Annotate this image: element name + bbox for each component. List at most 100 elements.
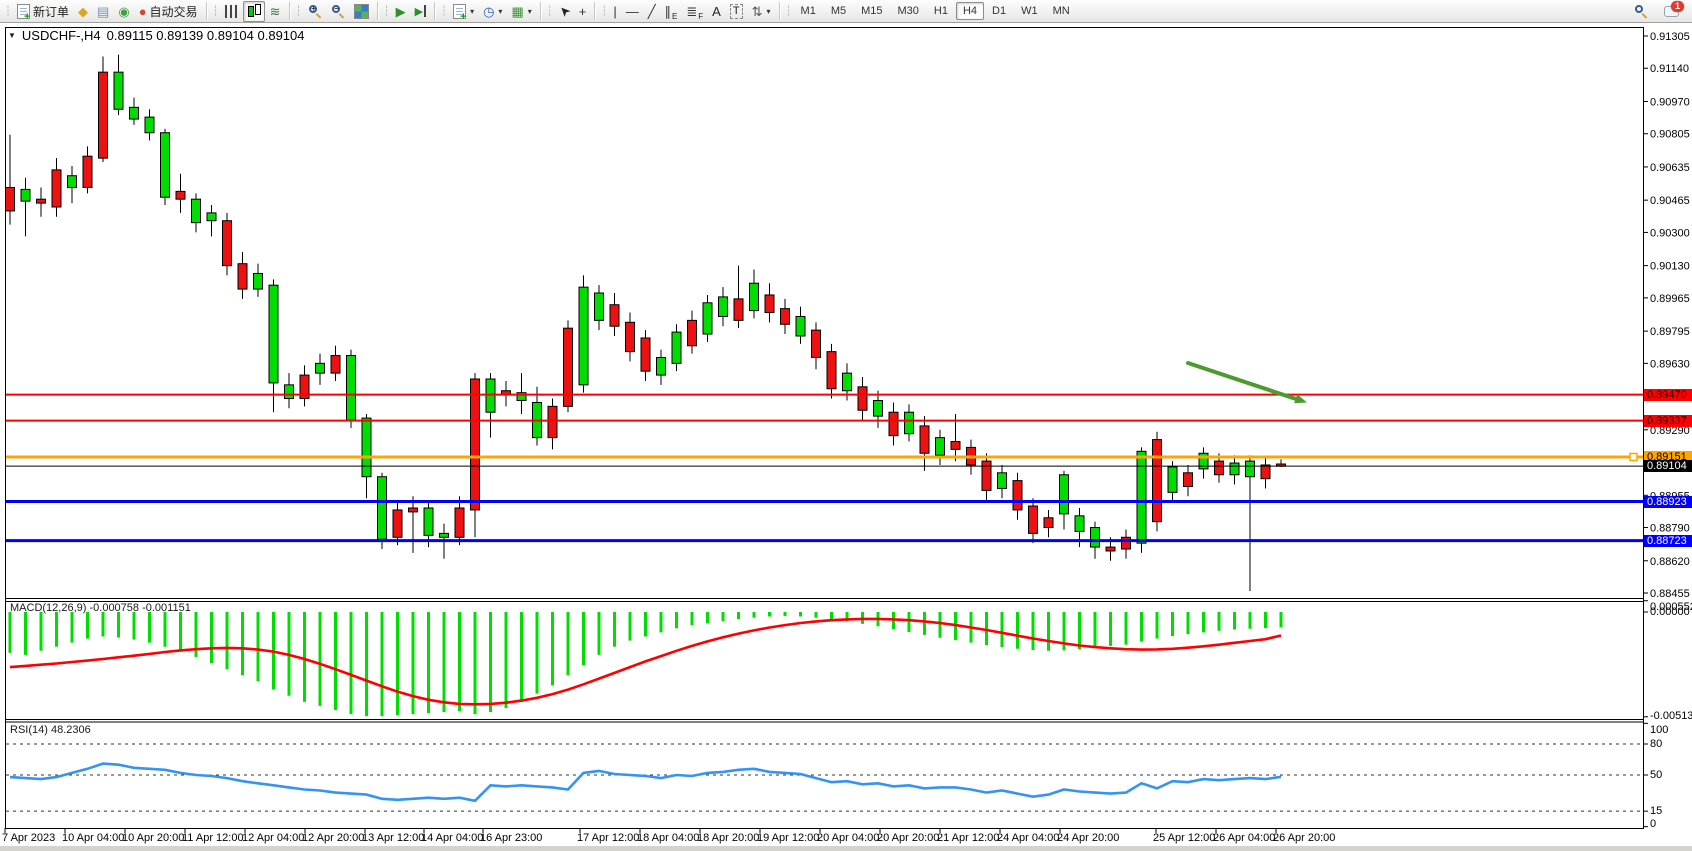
- rsi-indicator-label: RSI(14) 48.2306: [10, 724, 91, 736]
- candle-body: [378, 477, 387, 540]
- candle-body: [409, 508, 418, 512]
- candle-body: [316, 363, 325, 373]
- line-handle[interactable]: [1630, 453, 1637, 460]
- candle-body: [1091, 528, 1100, 548]
- rsi-tick-label: 80: [1650, 738, 1662, 750]
- candle-body: [781, 309, 790, 325]
- candle-body: [672, 332, 681, 363]
- candle-body: [750, 283, 759, 310]
- candle-body: [99, 72, 108, 158]
- date-tick-label: 11 Apr 12:00: [182, 832, 244, 844]
- rsi-tick-label: 15: [1650, 805, 1662, 817]
- candle-body: [579, 287, 588, 385]
- candle-body: [1029, 506, 1038, 533]
- chart-title-bar: ▼ USDCHF-,H4 0.89115 0.89139 0.89104 0.8…: [8, 28, 305, 43]
- candle-body: [331, 356, 340, 374]
- candle-body: [719, 297, 728, 317]
- candle-body: [827, 352, 836, 389]
- candle-body: [812, 330, 821, 357]
- chart-ohlc-values: 0.89115 0.89139 0.89104 0.89104: [107, 28, 305, 43]
- rsi-line: [10, 764, 1281, 801]
- rsi-tick-label: 0: [1650, 818, 1656, 830]
- date-tick-label: 13 Apr 12:00: [362, 832, 424, 844]
- date-tick-label: 24 Apr 20:00: [1057, 832, 1119, 844]
- candle-body: [455, 508, 464, 537]
- price-tick-label: 0.91140: [1650, 63, 1689, 75]
- candle-body: [626, 322, 635, 351]
- date-tick-label: 21 Apr 12:00: [937, 832, 999, 844]
- candle-body: [1013, 481, 1022, 510]
- chart-canvas: 0.913050.911400.909700.908050.906350.904…: [0, 0, 1692, 851]
- candle-body: [1168, 467, 1177, 492]
- candle-body: [6, 187, 15, 210]
- date-tick-label: 17 Apr 12:00: [577, 832, 639, 844]
- date-tick-label: 12 Apr 04:00: [242, 832, 304, 844]
- price-tick-label: 0.90635: [1650, 162, 1690, 174]
- candle-body: [207, 213, 216, 221]
- candle-body: [1230, 463, 1239, 475]
- candle-body: [471, 379, 480, 510]
- date-tick-label: 14 Apr 04:00: [421, 832, 483, 844]
- candle-body: [1122, 537, 1131, 549]
- support-line-lower-price-tag: 0.88723: [1644, 535, 1692, 547]
- candle-body: [393, 510, 402, 537]
- date-tick-label: 18 Apr 20:00: [697, 832, 759, 844]
- candle-body: [889, 412, 898, 435]
- candle-body: [1246, 461, 1255, 477]
- candle-body: [1184, 473, 1193, 487]
- date-tick-label: 19 Apr 12:00: [757, 832, 819, 844]
- candle-body: [1137, 451, 1146, 543]
- candle-body: [83, 156, 92, 187]
- price-tick-label: 0.89630: [1650, 358, 1690, 370]
- candle-body: [796, 316, 805, 336]
- candle-body: [982, 461, 991, 490]
- trend-arrow[interactable]: [1188, 363, 1296, 399]
- candle-body: [161, 133, 170, 197]
- date-tick-label: 25 Apr 12:00: [1153, 832, 1215, 844]
- macd-indicator-label: MACD(12,26,9) -0.000758 -0.001151: [10, 602, 191, 614]
- candle-body: [951, 442, 960, 450]
- price-tick-label: 0.88620: [1650, 556, 1690, 568]
- candle-body: [37, 199, 46, 203]
- date-tick-label: 18 Apr 04:00: [637, 832, 699, 844]
- candle-body: [905, 412, 914, 433]
- chart-symbol-label: USDCHF-,H4: [22, 28, 101, 43]
- candle-body: [440, 533, 449, 537]
- price-tick-label: 0.90805: [1650, 129, 1690, 141]
- macd-name: MACD(12,26,9): [10, 602, 86, 614]
- date-tick-label: 16 Apr 23:00: [480, 832, 542, 844]
- candle-body: [734, 299, 743, 320]
- candle-body: [765, 295, 774, 313]
- candle-body: [254, 273, 263, 289]
- rsi-tick-label: 50: [1650, 769, 1662, 781]
- macd-tick-label: -0.00513: [1650, 710, 1692, 722]
- candle-body: [269, 285, 278, 383]
- candle-body: [68, 176, 77, 188]
- rsi-tick-label: 100: [1650, 724, 1668, 736]
- resistance-line-upper-price-tag: 0.89470: [1644, 389, 1692, 401]
- date-tick-label: 10 Apr 20:00: [122, 832, 184, 844]
- price-tick-label: 0.88790: [1650, 523, 1690, 535]
- price-tick-label: 0.90130: [1650, 261, 1690, 273]
- one-click-trading-toggle[interactable]: ▼: [8, 31, 16, 40]
- macd-tick-label: 0.00000: [1650, 606, 1690, 618]
- candle-body: [1215, 461, 1224, 475]
- candle-body: [548, 406, 557, 437]
- macd-values: -0.000758 -0.001151: [89, 602, 190, 614]
- candle-body: [641, 338, 650, 371]
- candle-body: [595, 293, 604, 320]
- price-tick-label: 0.89795: [1650, 326, 1690, 338]
- rsi-name: RSI(14): [10, 724, 48, 736]
- candle-body: [21, 189, 30, 201]
- date-tick-label: 12 Apr 20:00: [302, 832, 364, 844]
- price-tick-label: 0.91305: [1650, 31, 1690, 43]
- support-line-upper-price-tag: 0.88923: [1644, 496, 1692, 508]
- candle-body: [703, 303, 712, 334]
- price-tick-label: 0.90970: [1650, 96, 1690, 108]
- candle-body: [688, 320, 697, 345]
- candle-body: [362, 418, 371, 477]
- candle-body: [1044, 518, 1053, 528]
- candle-body: [176, 191, 185, 199]
- candle-body: [657, 357, 666, 375]
- mt4-application: ┆+新订单◆▤◉●自动交易┆≋┆+−┆▶▶┆+▾◷▾▦▾┆➤+┆|—╱∥E≣FA…: [0, 0, 1692, 851]
